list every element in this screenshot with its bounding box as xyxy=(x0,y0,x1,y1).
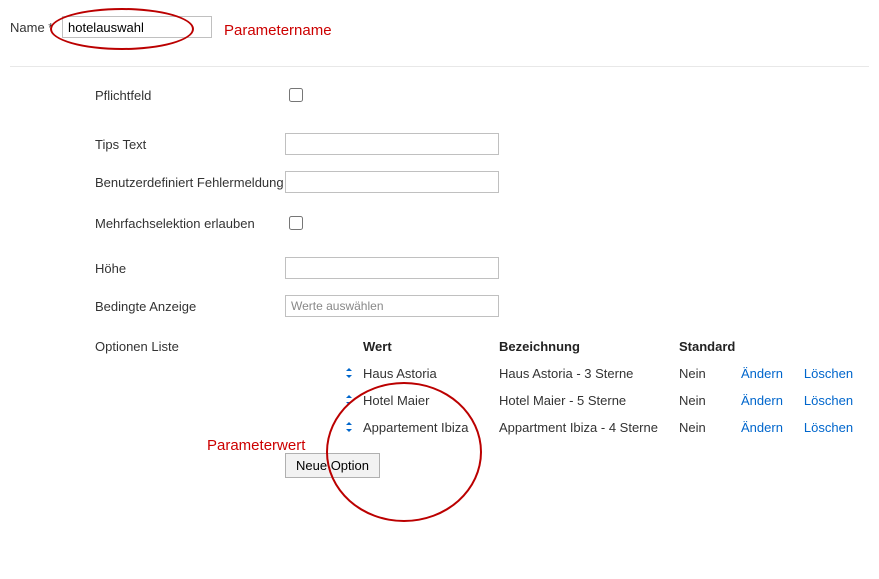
height-input[interactable] xyxy=(285,257,499,279)
multiselect-checkbox[interactable] xyxy=(289,216,303,230)
tips-text-label: Tips Text xyxy=(95,137,285,152)
options-table: Wert Bezeichnung Standard Haus xyxy=(345,333,875,441)
name-input[interactable] xyxy=(62,16,212,38)
cell-standard: Nein xyxy=(679,387,741,414)
pflichtfeld-checkbox[interactable] xyxy=(289,88,303,102)
delete-link[interactable]: Löschen xyxy=(804,393,863,408)
custom-error-label: Benutzerdefiniert Fehlermeldung xyxy=(95,175,285,190)
edit-link[interactable]: Ändern xyxy=(741,393,793,408)
cell-bezeichnung: Appartment Ibiza - 4 Sterne xyxy=(499,414,679,441)
name-label: Name * xyxy=(10,20,62,35)
tips-text-input[interactable] xyxy=(285,133,499,155)
cell-bezeichnung: Haus Astoria - 3 Sterne xyxy=(499,360,679,387)
edit-link[interactable]: Ändern xyxy=(741,420,793,435)
col-header-wert: Wert xyxy=(363,333,499,360)
table-row: Hotel Maier Hotel Maier - 5 Sterne Nein … xyxy=(345,387,875,414)
cell-wert: Appartement Ibiza xyxy=(363,414,499,441)
drag-handle-icon[interactable] xyxy=(345,422,353,432)
edit-link[interactable]: Ändern xyxy=(741,366,793,381)
conditional-select[interactable]: Werte auswählen xyxy=(285,295,499,317)
col-header-standard: Standard xyxy=(679,333,741,360)
delete-link[interactable]: Löschen xyxy=(804,366,863,381)
options-list-label: Optionen Liste xyxy=(95,333,285,354)
multiselect-label: Mehrfachselektion erlauben xyxy=(95,216,285,231)
delete-link[interactable]: Löschen xyxy=(804,420,863,435)
table-row: Appartement Ibiza Appartment Ibiza - 4 S… xyxy=(345,414,875,441)
cell-standard: Nein xyxy=(679,414,741,441)
new-option-button[interactable]: Neue Option xyxy=(285,453,380,478)
table-row: Haus Astoria Haus Astoria - 3 Sterne Nei… xyxy=(345,360,875,387)
conditional-label: Bedingte Anzeige xyxy=(95,299,285,314)
col-header-bezeichnung: Bezeichnung xyxy=(499,333,679,360)
drag-handle-icon[interactable] xyxy=(345,368,353,378)
separator xyxy=(10,66,869,67)
height-label: Höhe xyxy=(95,261,285,276)
cell-bezeichnung: Hotel Maier - 5 Sterne xyxy=(499,387,679,414)
drag-handle-icon[interactable] xyxy=(345,395,353,405)
custom-error-input[interactable] xyxy=(285,171,499,193)
conditional-placeholder: Werte auswählen xyxy=(291,299,384,313)
cell-standard: Nein xyxy=(679,360,741,387)
cell-wert: Hotel Maier xyxy=(363,387,499,414)
pflichtfeld-label: Pflichtfeld xyxy=(95,88,285,103)
cell-wert: Haus Astoria xyxy=(363,360,499,387)
